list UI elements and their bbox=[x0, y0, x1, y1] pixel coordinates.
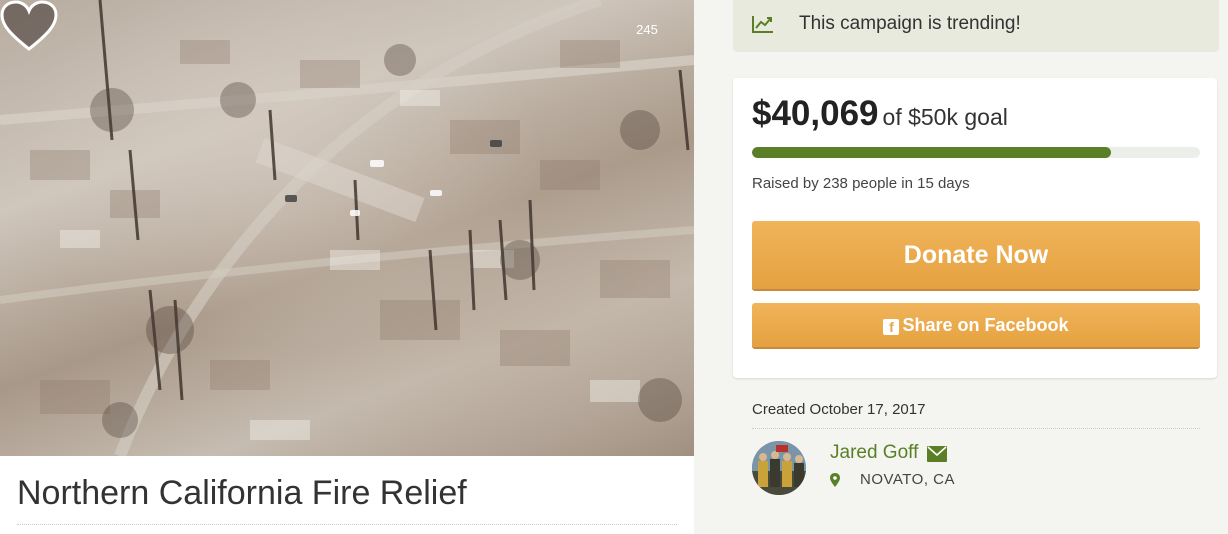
raised-by-text: Raised by 238 people in 15 days bbox=[752, 175, 970, 192]
avatar-photo bbox=[752, 441, 806, 495]
trending-text: This campaign is trending! bbox=[799, 13, 1021, 34]
envelope-icon[interactable] bbox=[927, 446, 947, 462]
campaign-photo: 245 bbox=[0, 0, 694, 456]
campaign-page: 245 Northern California Fire Relief This… bbox=[0, 0, 1228, 534]
donation-card: $40,069 of $50k goal Raised by 238 people… bbox=[733, 78, 1217, 378]
campaign-main: 245 Northern California Fire Relief bbox=[0, 0, 694, 534]
progress-fill bbox=[752, 147, 1112, 158]
created-divider bbox=[752, 428, 1200, 429]
share-facebook-label: Share on Facebook bbox=[902, 314, 1069, 335]
raised-amount: $40,069 bbox=[752, 94, 879, 133]
created-date: Created October 17, 2017 bbox=[752, 401, 926, 418]
location-pin-icon bbox=[830, 473, 840, 487]
title-divider bbox=[17, 524, 677, 525]
heart-count: 245 bbox=[636, 22, 658, 37]
goal-text: of $50k goal bbox=[882, 104, 1008, 130]
progress-bar bbox=[752, 147, 1200, 158]
facebook-icon: f bbox=[883, 318, 900, 335]
heart-icon[interactable] bbox=[0, 0, 58, 52]
trending-banner: This campaign is trending! bbox=[733, 0, 1219, 52]
organizer-name-link[interactable]: Jared Goff bbox=[830, 442, 918, 464]
campaign-sidebar: This campaign is trending! $40,069 of $50… bbox=[694, 0, 1228, 534]
raised-summary: $40,069 of $50k goal bbox=[752, 94, 1008, 134]
organizer-avatar[interactable] bbox=[752, 441, 806, 495]
campaign-title: Northern California Fire Relief bbox=[17, 474, 467, 512]
trending-chart-icon bbox=[752, 16, 773, 33]
burned-neighborhood-image bbox=[0, 0, 694, 456]
organizer-location: NOVATO, CA bbox=[860, 471, 956, 488]
share-facebook-button[interactable]: f Share on Facebook bbox=[752, 303, 1200, 347]
donate-now-button[interactable]: Donate Now bbox=[752, 221, 1200, 289]
